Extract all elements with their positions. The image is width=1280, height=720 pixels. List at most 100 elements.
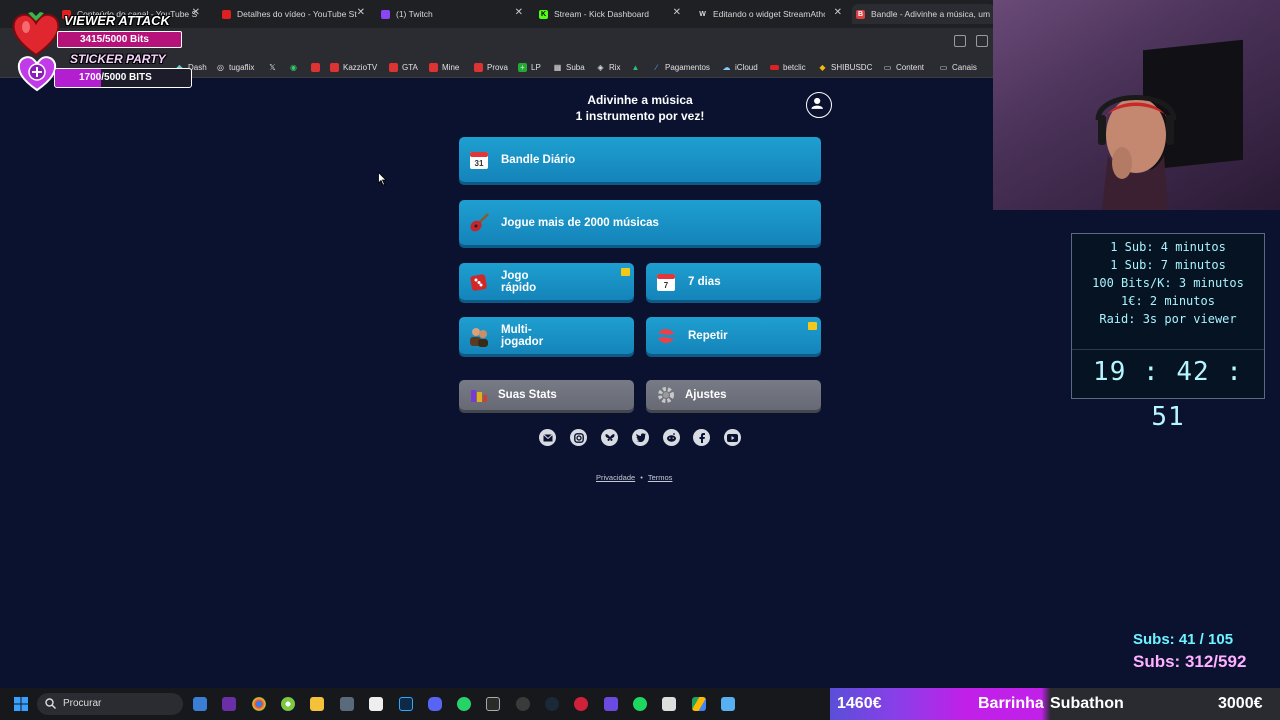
search-placeholder: Procurar bbox=[63, 698, 102, 709]
close-icon[interactable]: ✕ bbox=[357, 7, 365, 18]
tab-kick[interactable]: K Stream - Kick Dashboard ✕ bbox=[539, 4, 681, 24]
instagram-link[interactable] bbox=[570, 429, 587, 446]
bluesky-link[interactable] bbox=[601, 429, 618, 446]
tab-twitch[interactable]: (1) Twitch ✕ bbox=[381, 4, 523, 24]
bookmark-pagamentos[interactable]: ∕ Pagamentos bbox=[652, 61, 710, 73]
close-icon[interactable]: ✕ bbox=[834, 7, 842, 18]
guitar-icon bbox=[468, 212, 490, 234]
notepad-icon[interactable] bbox=[721, 697, 735, 711]
file-explorer-icon[interactable] bbox=[310, 697, 324, 711]
bookmark-drive[interactable]: ▲ bbox=[631, 61, 644, 73]
chart-icon bbox=[429, 62, 438, 72]
windows-start-icon[interactable] bbox=[14, 697, 28, 711]
bookmark-betclic[interactable]: betclic bbox=[770, 61, 806, 73]
facebook-link[interactable] bbox=[693, 429, 710, 446]
translate-icon[interactable] bbox=[954, 35, 966, 47]
obs-icon[interactable] bbox=[516, 697, 530, 711]
spotify-icon[interactable] bbox=[633, 697, 647, 711]
bookmark-content[interactable]: ▭ Content bbox=[883, 61, 924, 73]
bookmark-chart[interactable] bbox=[311, 61, 324, 73]
seven-days-button[interactable]: 7 7 dias bbox=[646, 263, 821, 300]
bookmark-lp[interactable]: + LP bbox=[518, 61, 541, 73]
discord-icon[interactable] bbox=[428, 697, 442, 711]
tab-bandle[interactable]: B Bandle - Adivinhe a música, um bbox=[852, 4, 995, 24]
bandle-icon: B bbox=[856, 9, 865, 19]
tab-streamathon[interactable]: W Editando o widget StreamAthon ✕ bbox=[698, 4, 842, 24]
bookmark-x[interactable]: 𝕏 bbox=[268, 61, 281, 73]
epic-games-icon[interactable] bbox=[486, 697, 500, 711]
account-button[interactable] bbox=[806, 92, 832, 118]
play-more-songs-button[interactable]: Jogue mais de 2000 músicas bbox=[459, 200, 821, 245]
your-stats-button[interactable]: Suas Stats bbox=[459, 380, 634, 410]
multiplayer-label-2: jogador bbox=[501, 335, 544, 348]
subathon-goal-amount: 3000€ bbox=[1218, 695, 1263, 712]
seven-days-label: 7 dias bbox=[688, 275, 721, 288]
whatsapp-icon[interactable] bbox=[457, 697, 471, 711]
reddit-icon bbox=[667, 433, 676, 442]
opera-gx-icon[interactable] bbox=[574, 697, 588, 711]
twitter-icon bbox=[635, 433, 646, 442]
google-drive-icon[interactable] bbox=[692, 697, 706, 711]
close-icon[interactable]: ✕ bbox=[673, 7, 681, 18]
taskbar-search-input[interactable]: Procurar bbox=[37, 693, 183, 715]
bookmark-gta[interactable]: GTA bbox=[389, 61, 418, 73]
steam-icon[interactable] bbox=[545, 697, 559, 711]
terms-link[interactable]: Termos bbox=[648, 473, 673, 482]
rule-line: 100 Bits/K: 3 minutos bbox=[1092, 276, 1244, 290]
user-icon bbox=[811, 97, 823, 109]
globe-icon: ◎ bbox=[217, 62, 224, 72]
repeat-button[interactable]: Repetir bbox=[646, 317, 821, 354]
bookmark-tugaflix[interactable]: ◎ tugaflix bbox=[216, 61, 254, 73]
tab-youtube-video[interactable]: Detalhes do vídeo - YouTube St ✕ bbox=[222, 4, 365, 24]
bookmark-whatsapp[interactable]: ◉ bbox=[289, 61, 302, 73]
daily-bandle-button[interactable]: 31 Bandle Diário bbox=[459, 137, 821, 182]
facebook-icon bbox=[699, 432, 705, 443]
bookmark-mine[interactable]: Mine bbox=[429, 61, 459, 73]
viewer-attack-bits-bar: 3415/5000 Bits bbox=[57, 31, 182, 48]
bookmark-kazziotv[interactable]: KazzioTV bbox=[330, 61, 377, 73]
capcut-icon[interactable] bbox=[369, 697, 383, 711]
bookmark-prova[interactable]: Prova bbox=[474, 61, 508, 73]
capcut-alt-icon[interactable] bbox=[662, 697, 676, 711]
footer-separator: • bbox=[640, 473, 643, 482]
chrome-icon[interactable] bbox=[252, 697, 266, 711]
calendar-icon: 31 bbox=[468, 149, 490, 171]
chrome-canary-icon[interactable] bbox=[281, 697, 295, 711]
subs-goal-1: Subs: 41 / 105 bbox=[1133, 631, 1234, 648]
quick-game-button[interactable]: Jogo rápido bbox=[459, 263, 634, 300]
repeat-icon bbox=[655, 325, 677, 347]
cast-icon[interactable] bbox=[976, 35, 988, 47]
pay-icon: ∕ bbox=[655, 62, 658, 72]
close-icon[interactable]: ✕ bbox=[192, 7, 200, 18]
folder-icon: ▭ bbox=[883, 62, 892, 72]
bookmark-icloud[interactable]: ☁ iCloud bbox=[722, 61, 758, 73]
app-grid-icon[interactable] bbox=[604, 697, 618, 711]
privacy-link[interactable]: Privacidade bbox=[596, 473, 635, 482]
bookmark-suba[interactable]: ▦ Suba bbox=[553, 61, 585, 73]
camera-icon[interactable] bbox=[222, 697, 236, 711]
twitter-link[interactable] bbox=[632, 429, 649, 446]
youtube-link[interactable] bbox=[724, 429, 741, 446]
photoshop-icon[interactable] bbox=[399, 697, 413, 711]
photos-icon[interactable] bbox=[193, 697, 207, 711]
rule-line: 1 Sub: 7 minutos bbox=[1110, 258, 1226, 272]
subathon-label-b: Subathon bbox=[1050, 695, 1124, 712]
tab-title: Bandle - Adivinhe a música, um bbox=[871, 9, 991, 19]
streamer-silhouette bbox=[1095, 95, 1177, 210]
bookmark-canais[interactable]: ▭ Canais bbox=[939, 61, 977, 73]
calculator-icon[interactable] bbox=[340, 697, 354, 711]
close-icon[interactable]: ✕ bbox=[515, 7, 523, 18]
bookmark-rix[interactable]: ◈ Rix bbox=[596, 61, 620, 73]
tab-title: Editando o widget StreamAthon bbox=[713, 9, 825, 19]
settings-button[interactable]: Ajustes bbox=[646, 380, 821, 410]
email-link[interactable] bbox=[539, 429, 556, 446]
twitch-icon bbox=[381, 9, 390, 19]
multiplayer-button[interactable]: Multi- jogador bbox=[459, 317, 634, 354]
multiplayer-label-1: Multi- bbox=[501, 323, 532, 336]
bookmark-shibusdc[interactable]: ◆ SHIBUSDC bbox=[818, 61, 872, 73]
calendar-day-number: 31 bbox=[475, 159, 484, 168]
page-title: Adivinhe a música 1 instrumento por vez! bbox=[520, 92, 760, 124]
webcam-feed bbox=[993, 0, 1280, 210]
tomato-heart-icon bbox=[12, 12, 60, 57]
reddit-link[interactable] bbox=[663, 429, 680, 446]
